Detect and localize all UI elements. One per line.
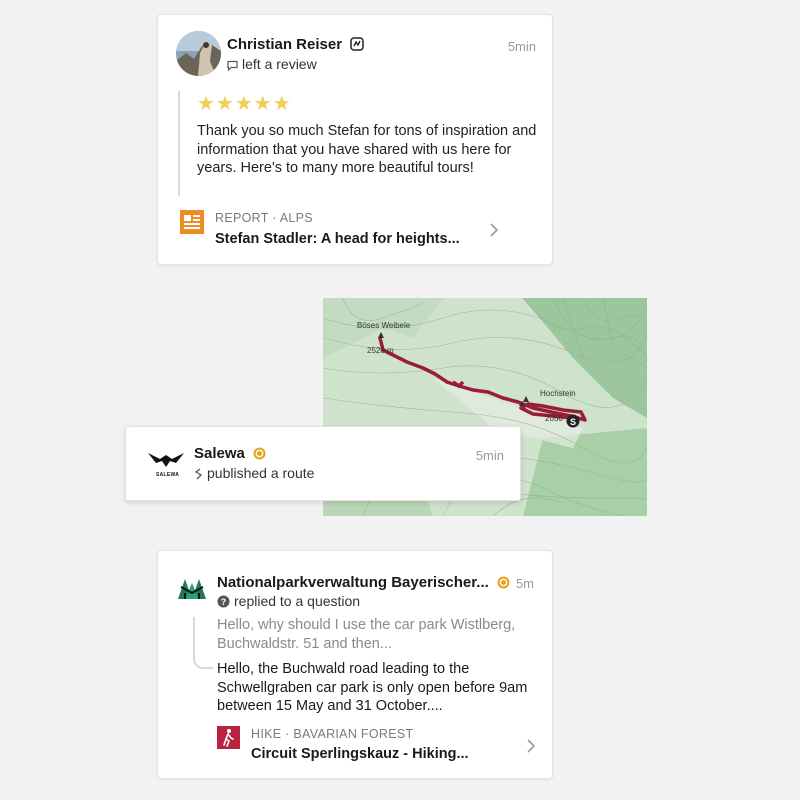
verified-badge-icon: [253, 447, 266, 460]
salewa-logo[interactable]: SALEWA: [146, 449, 186, 479]
activity-action: left a review: [227, 56, 317, 72]
activity-action: ? replied to a question: [217, 593, 360, 609]
review-activity-card[interactable]: Christian Reiser 5min left a review ★★★★…: [157, 14, 553, 265]
svg-text:S: S: [570, 417, 576, 427]
peak-label: Böses Weibele: [357, 321, 411, 330]
chevron-right-icon[interactable]: [489, 222, 499, 238]
peak-label: Hochstein: [540, 389, 576, 398]
report-icon: [180, 210, 204, 234]
timestamp: 5min: [507, 39, 536, 54]
user-name[interactable]: Salewa: [194, 445, 266, 462]
comment-icon: [227, 60, 238, 71]
org-avatar[interactable]: [176, 575, 208, 603]
link-category: REPORT · ALPS: [215, 211, 313, 225]
timestamp: 5min: [475, 448, 504, 463]
link-title[interactable]: Circuit Sperlingskauz - Hiking...: [251, 746, 469, 762]
activity-action: published a route: [194, 465, 314, 481]
quote-bar: [178, 91, 180, 196]
link-title[interactable]: Stefan Stadler: A head for heights...: [215, 231, 460, 247]
elevation-label: 2520 m: [367, 346, 394, 355]
svg-text:?: ?: [221, 597, 227, 607]
national-park-logo-icon: [178, 579, 206, 599]
chevron-right-icon[interactable]: [526, 738, 536, 754]
verified-badge-icon: [497, 576, 510, 589]
question-text: Hello, why should I use the car park Wis…: [217, 617, 516, 652]
user-avatar[interactable]: [176, 31, 221, 76]
logo-text: SALEWA: [156, 472, 180, 478]
star-rating: ★★★★★: [197, 93, 292, 115]
route-activity-card[interactable]: SALEWA Salewa 5min published a route: [125, 426, 521, 501]
route-icon: [194, 468, 203, 480]
climber-badge-icon: [350, 37, 364, 51]
elevation-label: 2056: [545, 414, 563, 423]
answer-text: Hello, the Buchwald road leading to the …: [217, 661, 528, 714]
hike-icon: [217, 726, 240, 749]
question-icon: ?: [217, 595, 230, 608]
thread-connector: [193, 617, 213, 669]
user-name[interactable]: Christian Reiser: [227, 36, 364, 53]
review-text: Thank you so much Stefan for tons of ins…: [197, 123, 537, 176]
link-category: HIKE · BAVARIAN FOREST: [251, 727, 414, 741]
question-activity-card[interactable]: Nationalparkverwaltung Bayerischer... 5m…: [157, 550, 553, 779]
eagle-logo-icon: [148, 453, 184, 467]
timestamp: 5m: [515, 576, 534, 591]
user-name[interactable]: Nationalparkverwaltung Bayerischer...: [217, 574, 517, 591]
